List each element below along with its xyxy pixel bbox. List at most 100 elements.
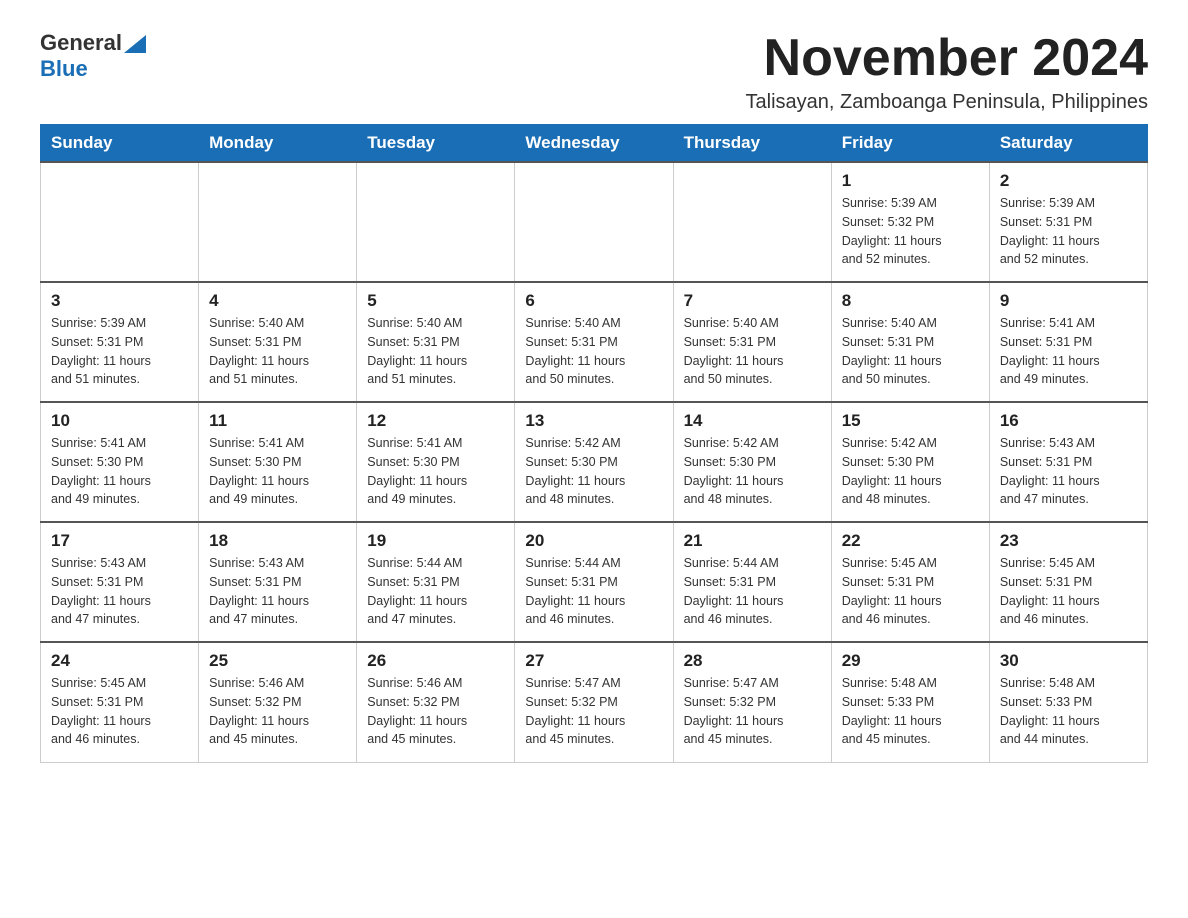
table-row: 20 Sunrise: 5:44 AMSunset: 5:31 PMDayligh… [515, 522, 673, 642]
table-row: 27 Sunrise: 5:47 AMSunset: 5:32 PMDayligh… [515, 642, 673, 762]
table-row: 29 Sunrise: 5:48 AMSunset: 5:33 PMDayligh… [831, 642, 989, 762]
day-info: Sunrise: 5:42 AMSunset: 5:30 PMDaylight:… [684, 434, 821, 509]
title-area: November 2024 Talisayan, Zamboanga Penin… [746, 30, 1148, 114]
table-row: 8Sunrise: 5:40 AMSunset: 5:31 PMDaylight… [831, 282, 989, 402]
day-info: Sunrise: 5:39 AMSunset: 5:31 PMDaylight:… [1000, 194, 1137, 269]
table-row: 15 Sunrise: 5:42 AMSunset: 5:30 PMDayligh… [831, 402, 989, 522]
table-row: 7 Sunrise: 5:40 AMSunset: 5:31 PMDaylight… [673, 282, 831, 402]
table-row: 6 Sunrise: 5:40 AMSunset: 5:31 PMDaylight… [515, 282, 673, 402]
day-info: Sunrise: 5:42 AMSunset: 5:30 PMDaylight:… [525, 434, 662, 509]
table-row: 5Sunrise: 5:40 AMSunset: 5:31 PMDaylight… [357, 282, 515, 402]
day-number: 16 [1000, 411, 1137, 431]
day-info: Sunrise: 5:40 AMSunset: 5:31 PMDaylight:… [525, 314, 662, 389]
header-monday: Monday [199, 125, 357, 163]
day-info: Sunrise: 5:48 AMSunset: 5:33 PMDaylight:… [1000, 674, 1137, 749]
day-number: 17 [51, 531, 188, 551]
day-info: Sunrise: 5:46 AMSunset: 5:32 PMDaylight:… [209, 674, 346, 749]
table-row: 1 Sunrise: 5:39 AMSunset: 5:32 PMDaylight… [831, 162, 989, 282]
calendar-week-row: 3 Sunrise: 5:39 AMSunset: 5:31 PMDaylight… [41, 282, 1148, 402]
day-info: Sunrise: 5:40 AMSunset: 5:31 PMDaylight:… [209, 314, 346, 389]
day-info: Sunrise: 5:45 AMSunset: 5:31 PMDaylight:… [842, 554, 979, 629]
day-number: 3 [51, 291, 188, 311]
table-row [673, 162, 831, 282]
table-row: 26 Sunrise: 5:46 AMSunset: 5:32 PMDayligh… [357, 642, 515, 762]
day-info: Sunrise: 5:47 AMSunset: 5:32 PMDaylight:… [684, 674, 821, 749]
day-number: 26 [367, 651, 504, 671]
day-number: 22 [842, 531, 979, 551]
logo-general-text: General [40, 30, 122, 56]
day-number: 19 [367, 531, 504, 551]
day-number: 18 [209, 531, 346, 551]
day-info: Sunrise: 5:42 AMSunset: 5:30 PMDaylight:… [842, 434, 979, 509]
table-row [41, 162, 199, 282]
table-row: 3 Sunrise: 5:39 AMSunset: 5:31 PMDaylight… [41, 282, 199, 402]
day-number: 8 [842, 291, 979, 311]
logo-triangle-icon [124, 35, 146, 53]
day-number: 24 [51, 651, 188, 671]
table-row: 14Sunrise: 5:42 AMSunset: 5:30 PMDayligh… [673, 402, 831, 522]
day-number: 12 [367, 411, 504, 431]
table-row: 16 Sunrise: 5:43 AMSunset: 5:31 PMDayligh… [989, 402, 1147, 522]
calendar-week-row: 17 Sunrise: 5:43 AMSunset: 5:31 PMDayligh… [41, 522, 1148, 642]
table-row: 2Sunrise: 5:39 AMSunset: 5:31 PMDaylight… [989, 162, 1147, 282]
day-number: 15 [842, 411, 979, 431]
table-row: 18 Sunrise: 5:43 AMSunset: 5:31 PMDayligh… [199, 522, 357, 642]
table-row: 11Sunrise: 5:41 AMSunset: 5:30 PMDayligh… [199, 402, 357, 522]
day-number: 30 [1000, 651, 1137, 671]
day-info: Sunrise: 5:43 AMSunset: 5:31 PMDaylight:… [1000, 434, 1137, 509]
day-info: Sunrise: 5:41 AMSunset: 5:30 PMDaylight:… [367, 434, 504, 509]
location-subtitle: Talisayan, Zamboanga Peninsula, Philippi… [746, 91, 1148, 114]
day-info: Sunrise: 5:45 AMSunset: 5:31 PMDaylight:… [51, 674, 188, 749]
table-row: 24 Sunrise: 5:45 AMSunset: 5:31 PMDayligh… [41, 642, 199, 762]
day-info: Sunrise: 5:46 AMSunset: 5:32 PMDaylight:… [367, 674, 504, 749]
day-info: Sunrise: 5:40 AMSunset: 5:31 PMDaylight:… [684, 314, 821, 389]
table-row: 13Sunrise: 5:42 AMSunset: 5:30 PMDayligh… [515, 402, 673, 522]
header-friday: Friday [831, 125, 989, 163]
table-row [515, 162, 673, 282]
day-number: 6 [525, 291, 662, 311]
day-number: 9 [1000, 291, 1137, 311]
header-thursday: Thursday [673, 125, 831, 163]
table-row: 19 Sunrise: 5:44 AMSunset: 5:31 PMDayligh… [357, 522, 515, 642]
day-info: Sunrise: 5:44 AMSunset: 5:31 PMDaylight:… [525, 554, 662, 629]
day-info: Sunrise: 5:47 AMSunset: 5:32 PMDaylight:… [525, 674, 662, 749]
header-tuesday: Tuesday [357, 125, 515, 163]
month-title: November 2024 [746, 30, 1148, 87]
logo: General Blue [40, 30, 146, 82]
day-number: 7 [684, 291, 821, 311]
day-number: 4 [209, 291, 346, 311]
calendar-week-row: 24 Sunrise: 5:45 AMSunset: 5:31 PMDayligh… [41, 642, 1148, 762]
day-info: Sunrise: 5:45 AMSunset: 5:31 PMDaylight:… [1000, 554, 1137, 629]
table-row: 22 Sunrise: 5:45 AMSunset: 5:31 PMDayligh… [831, 522, 989, 642]
header-saturday: Saturday [989, 125, 1147, 163]
day-number: 1 [842, 171, 979, 191]
day-info: Sunrise: 5:39 AMSunset: 5:32 PMDaylight:… [842, 194, 979, 269]
day-number: 23 [1000, 531, 1137, 551]
weekday-header-row: Sunday Monday Tuesday Wednesday Thursday… [41, 125, 1148, 163]
calendar-week-row: 1 Sunrise: 5:39 AMSunset: 5:32 PMDaylight… [41, 162, 1148, 282]
table-row: 4 Sunrise: 5:40 AMSunset: 5:31 PMDaylight… [199, 282, 357, 402]
table-row: 9 Sunrise: 5:41 AMSunset: 5:31 PMDaylight… [989, 282, 1147, 402]
day-number: 29 [842, 651, 979, 671]
day-info: Sunrise: 5:39 AMSunset: 5:31 PMDaylight:… [51, 314, 188, 389]
day-number: 20 [525, 531, 662, 551]
table-row: 23 Sunrise: 5:45 AMSunset: 5:31 PMDayligh… [989, 522, 1147, 642]
table-row: 25Sunrise: 5:46 AMSunset: 5:32 PMDayligh… [199, 642, 357, 762]
day-number: 27 [525, 651, 662, 671]
table-row [199, 162, 357, 282]
day-info: Sunrise: 5:41 AMSunset: 5:31 PMDaylight:… [1000, 314, 1137, 389]
day-info: Sunrise: 5:41 AMSunset: 5:30 PMDaylight:… [209, 434, 346, 509]
table-row: 28Sunrise: 5:47 AMSunset: 5:32 PMDayligh… [673, 642, 831, 762]
day-number: 5 [367, 291, 504, 311]
day-info: Sunrise: 5:48 AMSunset: 5:33 PMDaylight:… [842, 674, 979, 749]
header-wednesday: Wednesday [515, 125, 673, 163]
day-info: Sunrise: 5:44 AMSunset: 5:31 PMDaylight:… [684, 554, 821, 629]
calendar-week-row: 10Sunrise: 5:41 AMSunset: 5:30 PMDayligh… [41, 402, 1148, 522]
table-row: 21 Sunrise: 5:44 AMSunset: 5:31 PMDayligh… [673, 522, 831, 642]
day-info: Sunrise: 5:43 AMSunset: 5:31 PMDaylight:… [209, 554, 346, 629]
logo-blue-text: Blue [40, 56, 88, 81]
day-number: 21 [684, 531, 821, 551]
table-row: 10Sunrise: 5:41 AMSunset: 5:30 PMDayligh… [41, 402, 199, 522]
day-info: Sunrise: 5:41 AMSunset: 5:30 PMDaylight:… [51, 434, 188, 509]
day-info: Sunrise: 5:44 AMSunset: 5:31 PMDaylight:… [367, 554, 504, 629]
